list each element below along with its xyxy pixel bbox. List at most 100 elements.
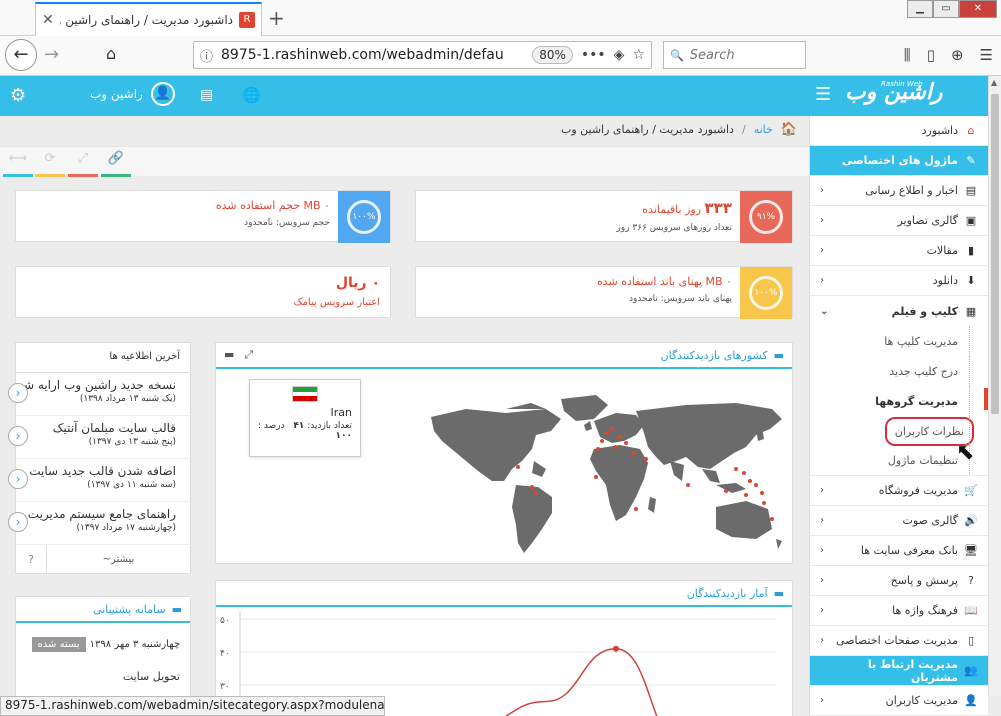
stats-panel-icon: ▬ <box>773 586 784 600</box>
sidebar-item-articles[interactable]: ▮ مقالات ‹ <box>810 236 988 266</box>
tooltip-visits: ۴۱ <box>293 421 305 431</box>
bandwidth-value: ۰ <box>726 275 732 288</box>
news-item-title[interactable]: راهنمای جامع سیستم مدیریت <box>28 507 176 521</box>
expand-icon[interactable]: ⤢ <box>244 348 253 362</box>
breadcrumb-home-link[interactable]: خانه <box>754 123 773 136</box>
more-link[interactable]: بیشتر~ <box>46 545 190 575</box>
address-bar[interactable]: ⓘ 8975-1.rashinweb.com/webadmin/defau 80… <box>193 41 652 69</box>
chevron-left-icon[interactable]: ‹ <box>8 512 28 532</box>
link-icon[interactable]: 🔗 <box>101 151 131 177</box>
sidebar-item-download[interactable]: ⬇ دانلود ‹ <box>810 266 988 296</box>
url-text[interactable]: 8975-1.rashinweb.com/webadmin/defau <box>221 47 524 63</box>
sidebar-item-image-gallery[interactable]: ▣ گالری تصاویر ‹ <box>810 206 988 236</box>
home-icon: ⌂ <box>967 124 975 137</box>
maximize-icon[interactable]: ▭ <box>933 0 959 18</box>
hamburger-menu-icon[interactable]: ☰ <box>815 84 831 105</box>
sidebar-sub-new-clip[interactable]: درج کلیپ جدید <box>810 356 988 386</box>
browser-home-icon[interactable]: ⌂ <box>106 44 116 63</box>
days-unit: روز باقیمانده <box>642 203 702 216</box>
news-item-title[interactable]: قالب سایت مبلمان آنتیک <box>44 421 176 435</box>
sidebar-item-news[interactable]: ▤ اخبار و اطلاع رسانی ‹ <box>810 176 988 206</box>
bandwidth-card: ۱۰۰% ۰ MB پهنای باند استفاده شده پهنای ب… <box>415 266 793 319</box>
expand-arrows-icon[interactable]: ⟷ <box>3 151 33 177</box>
scroll-up-icon[interactable]: ▲ <box>991 78 997 87</box>
scroll-thumb[interactable] <box>991 94 999 414</box>
cart-icon: 🛒 <box>964 484 978 497</box>
more-actions-icon[interactable]: ••• <box>581 47 606 63</box>
globe-icon[interactable]: ⊕ <box>951 46 964 64</box>
sidebar-sub-label: مدیریت گروهها <box>875 394 958 408</box>
sms-credit-value: ۰ ریال <box>335 275 380 291</box>
sidebar-sub-manage-groups[interactable]: مدیریت گروهها <box>810 386 988 416</box>
news-item-title[interactable]: اضافه شدن قالب جدید سایت <box>29 464 176 478</box>
chevron-left-icon[interactable]: ‹ <box>8 426 28 446</box>
ticket-title[interactable]: تحویل سایت <box>26 670 180 683</box>
chart-y-tick: ۳۰ <box>220 682 230 692</box>
sidebar-item-label: مدیریت صفحات اختصاصی <box>836 634 958 647</box>
chevron-down-icon: ⌄ <box>820 305 829 317</box>
window-close-icon[interactable]: ✕ <box>959 0 997 18</box>
app-logo[interactable]: Rashin Web راشین وب <box>845 80 943 105</box>
browser-tab[interactable]: R داشبورد مدیریت / راهنمای راشین وب ✕ <box>35 2 262 36</box>
collapse-icon[interactable]: ▬ <box>224 348 234 362</box>
minimize-icon[interactable]: ▁ <box>907 0 933 18</box>
sidebar-item-site-bank[interactable]: 🖥 بانک معرفی سایت ها ‹ <box>810 536 988 566</box>
settings-gear-icon[interactable]: ⚙ <box>10 85 26 106</box>
globe-site-icon[interactable]: 🌐 <box>242 86 261 104</box>
bookmark-star-icon[interactable]: ☆ <box>632 47 645 63</box>
user-menu[interactable]: 👤 راشین وب <box>90 82 175 106</box>
page-scrollbar[interactable]: ▲ <box>988 76 1001 696</box>
desktop-icon: 🖥 <box>964 544 978 557</box>
sidebar-toggle-icon[interactable]: ▯ <box>927 46 935 64</box>
sidebar-item-store[interactable]: 🛒 مدیریت فروشگاه ‹ <box>810 476 988 506</box>
breadcrumb: 🏠 خانه / داشبورد مدیریت / راهنمای راشین … <box>0 116 809 142</box>
zoom-level[interactable]: 80% <box>532 46 573 64</box>
search-input[interactable] <box>689 47 799 63</box>
pocket-icon[interactable]: ◈ <box>614 47 625 63</box>
news-item-date: (یک شنبه ۱۳ مرداد ۱۳۹۸) <box>79 394 176 404</box>
sidebar-item-users[interactable]: 👤 مدیریت کاربران ‹ <box>810 686 988 716</box>
sidebar-item-crm[interactable]: 👥 مدیریت ارتباط با مشتریان <box>810 656 988 686</box>
sidebar-item-audio-gallery[interactable]: 🔊 گالری صوت ‹ <box>810 506 988 536</box>
user-avatar-icon: 👤 <box>150 82 175 106</box>
news-item[interactable]: اضافه شدن قالب جدید سایت (سه شنبه ۱۱ دی … <box>8 459 190 502</box>
announcements-footer: بیشتر~ ? <box>16 545 190 575</box>
news-item-title[interactable]: نسخه جدید راشین وب ارایه شد. <box>14 378 176 392</box>
chevron-left-icon[interactable]: ‹ <box>8 383 28 403</box>
back-arrow-icon[interactable]: ← <box>5 39 37 71</box>
sidebar-item-label: ماژول های اختصاصی <box>841 154 958 167</box>
forward-arrow-icon[interactable]: → <box>44 44 59 65</box>
site-favicon: R <box>239 12 255 28</box>
breadcrumb-home-icon[interactable]: 🏠 <box>781 122 797 137</box>
new-tab-button[interactable]: + <box>268 6 285 30</box>
info-icon[interactable]: ⓘ <box>200 46 213 65</box>
chevron-icon: ‹ <box>820 245 824 256</box>
tooltip-percent: ۱۰۰ <box>335 431 352 441</box>
refresh-icon[interactable]: ⟳ <box>35 151 65 177</box>
sidebar-item-dashboard[interactable]: ⌂ داشبورد <box>810 116 988 146</box>
sidebar-item-custom-modules[interactable]: ✎ ماژول های اختصاصی <box>810 146 988 176</box>
menu-icon[interactable]: ☰ <box>980 46 993 64</box>
sidebar-item-label: مدیریت فروشگاه <box>878 484 958 497</box>
help-icon[interactable]: ? <box>16 545 46 575</box>
sidebar-item-custom-pages[interactable]: ▯ مدیریت صفحات اختصاصی ‹ <box>810 626 988 656</box>
chevron-icon: ‹ <box>820 545 824 556</box>
tab-title: داشبورد مدیریت / راهنمای راشین وب <box>59 13 233 27</box>
news-item[interactable]: نسخه جدید راشین وب ارایه شد. (یک شنبه ۱۳… <box>8 373 190 416</box>
sidebar-sub-manage-clips[interactable]: مدیریت کلیپ ها <box>810 326 988 356</box>
sidebar-item-glossary[interactable]: 📖 فرهنگ واژه ها ‹ <box>810 596 988 626</box>
sidebar-item-faq[interactable]: ? پرسش و پاسخ ‹ <box>810 566 988 596</box>
close-tab-icon[interactable]: ✕ <box>42 12 54 28</box>
window-controls: ▁ ▭ ✕ <box>907 0 997 18</box>
sidebar-item-clips[interactable]: ▦ کلیپ و فیلم ⌄ <box>810 296 988 326</box>
database-icon[interactable]: ▤ <box>200 87 213 103</box>
search-box[interactable]: 🔍 <box>663 41 806 69</box>
fullscreen-icon[interactable]: ⤢ <box>68 151 98 177</box>
world-map[interactable]: Iran تعداد بازدید: ۴۱ درصد : ۱۰۰ <box>216 369 792 555</box>
chevron-left-icon[interactable]: ‹ <box>8 469 28 489</box>
days-value: ۳۳۳ <box>704 199 732 217</box>
library-icon[interactable]: ⫼ <box>904 46 911 64</box>
news-item[interactable]: قالب سایت مبلمان آنتیک (پنج شنبه ۱۳ دی ۱… <box>8 416 190 459</box>
breadcrumb-current: داشبورد مدیریت / راهنمای راشین وب <box>560 122 734 136</box>
news-item[interactable]: راهنمای جامع سیستم مدیریت (چهارشنبه ۱۷ م… <box>8 502 190 545</box>
